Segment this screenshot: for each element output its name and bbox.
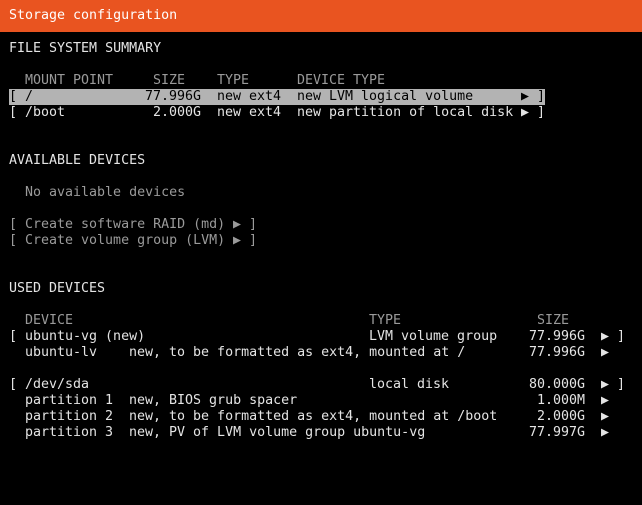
- used-row-partition-3[interactable]: partition 3 new, PV of LVM volume group …: [0, 425, 642, 441]
- row-open-bracket: [: [9, 233, 18, 248]
- used-row-ubuntu-lv[interactable]: ubuntu-lv new, to be formatted as ext4, …: [0, 345, 642, 361]
- used-row-desc: new, to be formatted as ext4, mounted at…: [129, 409, 498, 424]
- fs-row-type: new ext4: [217, 105, 282, 120]
- row-close-bracket: ]: [249, 233, 258, 248]
- used-row-device: partition 2: [25, 409, 114, 424]
- used-row-device: partition 1: [25, 393, 114, 408]
- title-bar: Storage configuration: [0, 0, 642, 32]
- used-row-dev-sda[interactable]: [ /dev/sda local disk 80.000G ▶ ]: [0, 377, 642, 393]
- row-close-bracket: ]: [617, 377, 626, 392]
- row-arrow-icon[interactable]: ▶: [521, 105, 529, 121]
- fs-row-type: new ext4: [217, 89, 282, 104]
- fs-summary-heading-text: FILE SYSTEM SUMMARY: [9, 41, 162, 56]
- row-close-bracket: ]: [537, 89, 546, 104]
- page-title: Storage configuration: [9, 8, 178, 23]
- used-heading-text: USED DEVICES: [9, 281, 106, 296]
- used-row-partition-2[interactable]: partition 2 new, to be formatted as ext4…: [0, 409, 642, 425]
- fs-row-size: 77.996G: [144, 89, 201, 104]
- row-arrow-icon[interactable]: ▶: [601, 425, 609, 441]
- row-arrow-icon[interactable]: ▶: [601, 377, 609, 393]
- col-device-type: DEVICE TYPE: [297, 73, 386, 88]
- used-header-row: DEVICE TYPE SIZE: [0, 313, 642, 329]
- col-type: TYPE: [217, 73, 250, 88]
- row-close-bracket: ]: [617, 329, 626, 344]
- create-raid-label: Create software RAID (md): [25, 217, 226, 232]
- used-row-desc: new, to be formatted as ext4, mounted at…: [129, 345, 466, 360]
- used-row-desc: new, BIOS grub spacer: [129, 393, 298, 408]
- used-row-size: 77.997G: [528, 425, 585, 440]
- create-volume-group-button[interactable]: [ Create volume group (LVM) ▶ ]: [0, 233, 642, 249]
- create-raid-button[interactable]: [ Create software RAID (md) ▶ ]: [0, 217, 642, 233]
- used-row-size: 80.000G: [528, 377, 585, 392]
- row-open-bracket: [: [9, 105, 18, 120]
- chevron-right-icon: ▶: [233, 233, 242, 248]
- available-empty: No available devices: [0, 185, 642, 201]
- available-heading-text: AVAILABLE DEVICES: [9, 153, 146, 168]
- col-mount-point: MOUNT POINT: [25, 73, 114, 88]
- fs-row-mount: /: [25, 89, 34, 104]
- col-type: TYPE: [369, 313, 402, 328]
- used-row-device: ubuntu-lv: [25, 345, 98, 360]
- row-open-bracket: [: [9, 329, 18, 344]
- used-row-partition-1[interactable]: partition 1 new, BIOS grub spacer 1.000M…: [0, 393, 642, 409]
- col-device: DEVICE: [25, 313, 74, 328]
- row-open-bracket: [: [9, 377, 18, 392]
- row-open-bracket: [: [9, 89, 18, 104]
- row-arrow-icon[interactable]: ▶: [601, 329, 609, 345]
- used-row-device: ubuntu-vg (new): [25, 329, 146, 344]
- row-close-bracket: ]: [537, 105, 546, 120]
- used-row-device: /dev/sda: [25, 377, 90, 392]
- row-arrow-icon[interactable]: ▶: [601, 393, 609, 409]
- used-row-ubuntu-vg[interactable]: [ ubuntu-vg (new) LVM volume group 77.99…: [0, 329, 642, 345]
- used-row-desc: new, PV of LVM volume group ubuntu-vg: [129, 425, 426, 440]
- used-row-type: local disk: [369, 377, 450, 392]
- row-open-bracket: [: [9, 217, 18, 232]
- used-row-size: 2.000G: [536, 409, 585, 424]
- used-row-size: 1.000M: [536, 393, 585, 408]
- available-heading: AVAILABLE DEVICES: [0, 153, 642, 169]
- used-row-type: LVM volume group: [369, 329, 498, 344]
- fs-row-device-type: new LVM logical volume: [297, 89, 474, 104]
- fs-row-boot[interactable]: [ /boot 2.000G new ext4 new partition of…: [0, 105, 642, 121]
- used-row-size: 77.996G: [528, 329, 585, 344]
- create-vg-label: Create volume group (LVM): [25, 233, 226, 248]
- row-arrow-icon[interactable]: ▶: [521, 89, 529, 105]
- fs-summary-heading: FILE SYSTEM SUMMARY: [0, 41, 642, 57]
- no-devices-text: No available devices: [25, 185, 186, 200]
- used-row-device: partition 3: [25, 425, 114, 440]
- col-size: SIZE: [537, 313, 570, 328]
- fs-row-device-type: new partition of local disk: [297, 105, 514, 120]
- row-arrow-icon[interactable]: ▶: [601, 345, 609, 361]
- fs-row-size: 2.000G: [152, 105, 201, 120]
- chevron-right-icon: ▶: [233, 217, 242, 232]
- fs-row-root[interactable]: [ / 77.996G new ext4 new LVM logical vol…: [0, 89, 642, 105]
- row-arrow-icon[interactable]: ▶: [601, 409, 609, 425]
- used-heading: USED DEVICES: [0, 281, 642, 297]
- row-close-bracket: ]: [249, 217, 258, 232]
- col-size: SIZE: [153, 73, 186, 88]
- used-row-size: 77.996G: [528, 345, 585, 360]
- fs-row-mount: /boot: [25, 105, 66, 120]
- fs-summary-header-row: MOUNT POINT SIZE TYPE DEVICE TYPE: [0, 73, 642, 89]
